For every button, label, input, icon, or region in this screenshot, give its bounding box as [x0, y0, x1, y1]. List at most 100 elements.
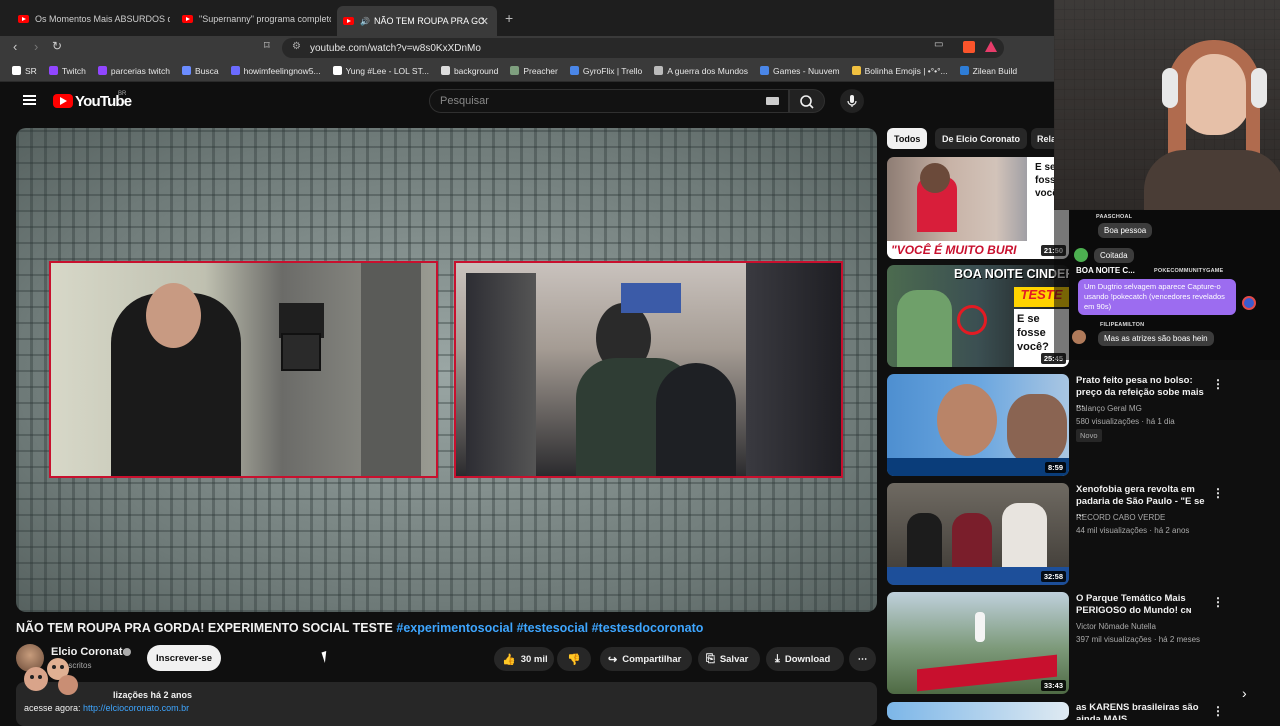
chat-message-highlight: Um Dugtrio selvagem aparece Capture-o us… — [1078, 279, 1236, 315]
bookmark-label: SR — [25, 65, 37, 76]
reload-icon[interactable]: ↻ — [52, 39, 62, 53]
bookmark-item[interactable]: GyroFlix | Trello — [569, 65, 643, 76]
save-button[interactable]: ⎘ Salvar — [698, 647, 760, 671]
microphone-icon — [847, 95, 857, 107]
youtube-favicon-icon — [18, 15, 29, 23]
address-bar[interactable]: ⚙ youtube.com/watch?v=w8s0KxXDnMo — [282, 38, 1004, 58]
browser-tab-bar: Os Momentos Mais ABSURDOS do E... "Super… — [0, 0, 1054, 36]
hashtags-link[interactable]: #experimentosocial #testesocial #testesd… — [396, 621, 703, 635]
subscribe-button[interactable]: Inscrever-se — [147, 645, 221, 671]
chip-all[interactable]: Todos — [887, 128, 928, 149]
bookmark-label: Twitch — [61, 65, 86, 76]
brave-shield-icon[interactable] — [963, 41, 975, 53]
rec-channel[interactable]: Balanço Geral MG — [1076, 404, 1142, 413]
rec-channel[interactable]: Victor Nômade Nutella — [1076, 622, 1156, 631]
browser-tab-active[interactable]: 🔊 NÃO TEM ROUPA PRA GORDA... ✕ — [337, 6, 497, 36]
person-head — [937, 384, 997, 456]
browser-tab-1[interactable]: Os Momentos Mais ABSURDOS do E... — [12, 8, 170, 30]
chat-username: BOA NOITE C... — [1076, 266, 1135, 275]
bookmark-favicon-icon — [181, 66, 191, 75]
chip-channel[interactable]: De Elcio Coronato — [935, 128, 1028, 149]
video-player[interactable] — [16, 128, 877, 612]
rec-thumbnail[interactable]: 8:59 — [887, 374, 1069, 476]
browser-tab-2[interactable]: "Supernanny" programa completo - ... — [176, 8, 331, 30]
bookmark-favicon-icon — [440, 66, 450, 75]
bookmark-item[interactable]: background — [440, 65, 499, 76]
bookmark-item[interactable]: SR — [12, 66, 37, 76]
search-icon — [800, 95, 814, 109]
rec-thumbnail[interactable]: BOA NOITE CINDERELA TESTE E se fosse voc… — [887, 265, 1069, 367]
search-button[interactable] — [789, 89, 825, 113]
site-settings-icon[interactable]: ⚙ — [292, 41, 301, 52]
cast-icon[interactable]: ▭ — [934, 39, 943, 50]
tab-title: Os Momentos Mais ABSURDOS do E... — [35, 14, 170, 24]
description-meta: lizações há 2 anos — [113, 690, 193, 700]
description-box[interactable]: lizações há 2 anos acesse agora: http://… — [16, 682, 877, 726]
more-options-icon[interactable]: ⋮ — [1212, 595, 1224, 609]
more-actions-button[interactable]: ⋯ — [849, 647, 876, 671]
more-options-icon[interactable]: ⋮ — [1212, 704, 1224, 718]
bookmark-label: Preacher — [523, 65, 558, 76]
rec-title[interactable]: as KARENS brasileiras são ainda MAIS INS… — [1076, 702, 1206, 720]
video-duration: 8:59 — [1044, 462, 1066, 473]
like-count: 30 mil — [520, 653, 548, 665]
chat-system-name: POKECOMMUNITYGAME — [1154, 268, 1224, 274]
chat-avatar — [1074, 248, 1088, 262]
url-text: youtube.com/watch?v=w8s0KxXDnMo — [310, 42, 481, 54]
dislike-button[interactable]: 👎 — [557, 647, 591, 671]
bookmark-item[interactable]: parcerias twitch — [97, 66, 170, 76]
bookmark-item[interactable]: Zilean Build — [959, 66, 1017, 76]
bookmark-favicon-icon — [12, 66, 21, 75]
bookmark-favicon-icon — [959, 66, 969, 75]
tab-title: "Supernanny" programa completo - ... — [199, 14, 331, 24]
bookmark-label: background — [453, 65, 499, 76]
menu-icon[interactable] — [23, 95, 36, 105]
bookmark-item[interactable]: Preacher — [510, 66, 558, 76]
rec-title[interactable]: O Parque Temático Mais PERIGOSO do Mundo… — [1076, 593, 1206, 617]
search-input[interactable]: Pesquisar — [429, 89, 789, 113]
download-icon: ⤓ — [775, 652, 780, 665]
bookmark-label: GyroFlix | Trello — [582, 65, 643, 76]
bookmark-item[interactable]: Games - Nuuvem — [760, 66, 840, 76]
description-link[interactable]: http://elciocoronato.com.br — [83, 703, 189, 713]
bookmark-item[interactable]: Busca — [181, 66, 219, 76]
share-icon: ↪ — [608, 653, 618, 666]
rec-thumbnail[interactable] — [887, 702, 1069, 720]
new-tab-button[interactable]: + — [505, 10, 513, 26]
more-options-icon[interactable]: ⋮ — [1212, 486, 1224, 500]
forward-icon[interactable]: › — [34, 39, 38, 54]
bookmark-favicon-icon — [48, 66, 58, 75]
youtube-logo-icon[interactable] — [53, 94, 73, 108]
bookmark-item[interactable]: A guerra dos Mundos — [654, 66, 748, 76]
like-button[interactable]: 👍 30 mil — [494, 647, 554, 671]
bookmark-item[interactable]: Twitch — [48, 65, 86, 76]
bookmark-label: howimfeelingnow5... — [243, 65, 321, 76]
person-silhouette — [656, 363, 736, 476]
clothes-rack — [466, 273, 536, 476]
download-button[interactable]: ⤓ Download — [766, 647, 844, 671]
person-silhouette — [952, 513, 992, 573]
chevron-right-icon[interactable]: › — [1242, 685, 1247, 701]
bookmark-item[interactable]: howimfeelingnow5... — [230, 65, 321, 76]
description-prefix: acesse agora: — [24, 703, 84, 713]
wall-shadow — [361, 263, 421, 476]
more-options-icon[interactable]: ⋮ — [1212, 377, 1224, 391]
rec-thumbnail[interactable]: 32:58 — [887, 483, 1069, 585]
bookmark-item[interactable]: Bolinha Emojis | •°•°... — [851, 66, 948, 76]
keyboard-icon[interactable] — [766, 97, 779, 105]
rec-thumbnail[interactable]: 33:43 — [887, 592, 1069, 694]
bookmark-favicon-icon — [760, 66, 770, 75]
chip-related[interactable]: Rela — [1031, 128, 1054, 149]
bookmark-item[interactable]: Yung #Lee - LOL ST... — [332, 66, 429, 76]
bookmark-label: Games - Nuuvem — [773, 65, 840, 76]
close-tab-icon[interactable]: ✕ — [480, 15, 489, 28]
bookmark-icon[interactable]: ⌑ — [264, 39, 270, 52]
rec-channel[interactable]: RECORD CABO VERDE — [1076, 513, 1165, 522]
basket-shape — [621, 283, 681, 313]
back-icon[interactable]: ‹ — [13, 39, 17, 54]
share-button[interactable]: ↪ Compartilhar — [600, 647, 692, 671]
bookmark-favicon-icon — [851, 66, 861, 75]
voice-search-button[interactable] — [840, 89, 864, 113]
rewards-icon[interactable] — [985, 41, 997, 52]
rec-thumbnail[interactable]: E se fosse você "VOCÊ É MUITO BURI 21:50 — [887, 157, 1069, 259]
